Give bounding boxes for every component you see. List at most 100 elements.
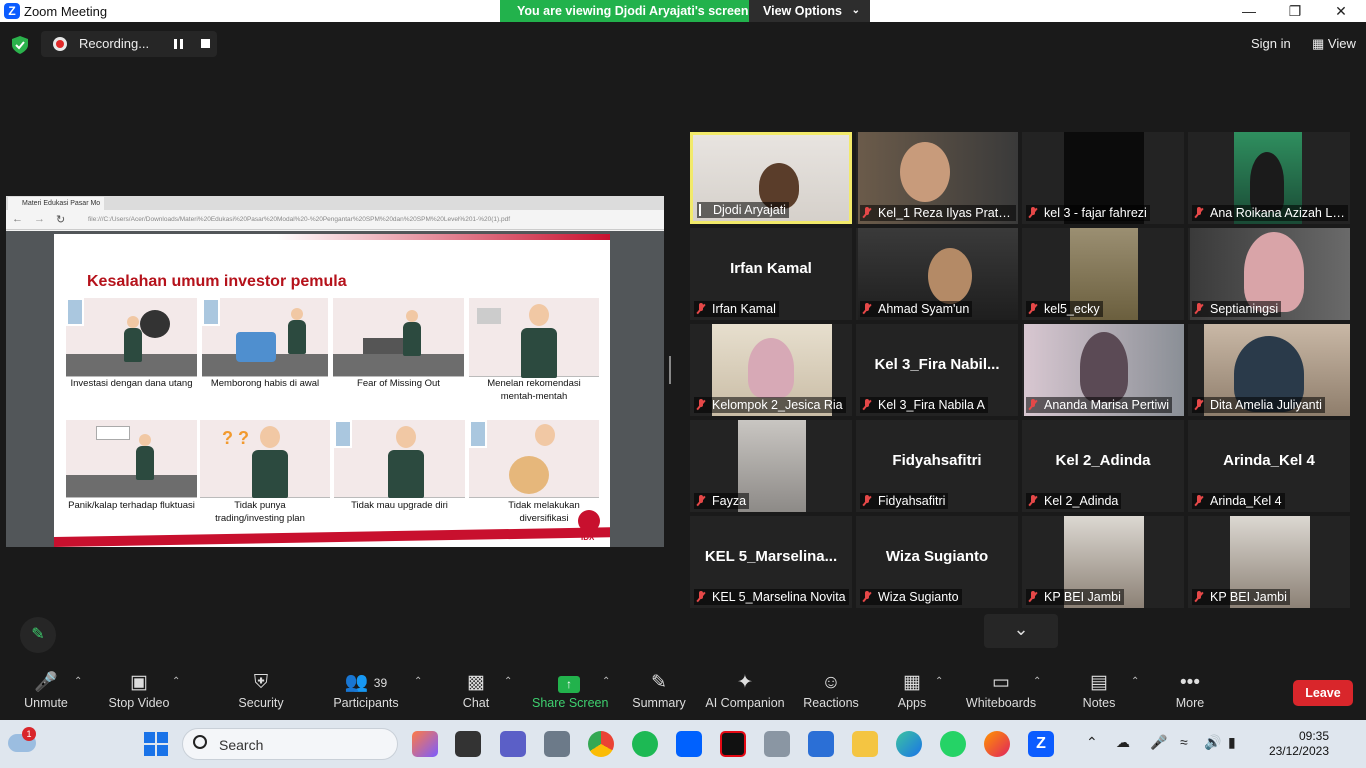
participant-tile[interactable]: Irfan Kamal Irfan Kamal — [690, 228, 852, 320]
settings-icon[interactable] — [544, 731, 570, 757]
pause-recording-button[interactable] — [174, 39, 183, 49]
taskbar-search[interactable]: Search — [182, 728, 398, 760]
audio-options-caret-icon[interactable]: ⌃ — [74, 676, 82, 687]
whatsapp-icon[interactable] — [940, 731, 966, 757]
participant-name-text: kel5_ecky — [1044, 302, 1100, 316]
chat-caret-icon[interactable]: ⌃ — [504, 676, 512, 687]
speaker-icon[interactable]: 🔊 — [1204, 734, 1221, 751]
unmute-button[interactable]: 🎤 Unmute — [14, 662, 78, 720]
view-label: View — [1327, 36, 1356, 51]
person-graphic — [928, 248, 972, 304]
camera-icon[interactable] — [764, 731, 790, 757]
chrome-icon[interactable] — [588, 731, 614, 757]
view-options-button[interactable]: View Options ⌄ — [749, 0, 870, 22]
spotify-icon[interactable] — [632, 731, 658, 757]
participant-tile[interactable]: Fayza — [690, 420, 852, 512]
apps-button[interactable]: ▦ Apps — [890, 662, 934, 720]
sign-in-link[interactable]: Sign in — [1251, 36, 1291, 51]
tray-overflow-icon[interactable]: ⌃ — [1086, 734, 1098, 751]
panel-splitter-handle[interactable] — [669, 356, 671, 384]
participant-name-text: Kel_1 Reza Ilyas Pratama — [878, 206, 1016, 220]
windows-start-icon[interactable] — [144, 732, 168, 756]
participant-tile[interactable]: Djodi Aryajati — [690, 132, 852, 224]
participant-name: Dita Amelia Juliyanti — [1192, 397, 1325, 413]
annotate-pencil-button[interactable]: ✎ — [20, 617, 56, 653]
close-icon[interactable]: ✕ — [1318, 0, 1364, 22]
participant-display-name: Arinda_Kel 4 — [1223, 452, 1315, 469]
wifi-icon[interactable]: ≈ — [1180, 734, 1188, 750]
unmute-label: Unmute — [24, 696, 68, 710]
participant-tile[interactable]: Kel 2_Adinda Kel 2_Adinda — [1022, 420, 1184, 512]
video-options-caret-icon[interactable]: ⌃ — [172, 676, 180, 687]
onedrive-cloud-icon[interactable]: ☁ — [1116, 734, 1130, 751]
participant-name: Irfan Kamal — [694, 301, 779, 317]
search-placeholder: Search — [219, 737, 264, 753]
reactions-button[interactable]: ☺ Reactions — [802, 662, 860, 720]
firefox-icon[interactable] — [984, 731, 1010, 757]
share-caret-icon[interactable]: ⌃ — [602, 676, 610, 687]
participants-caret-icon[interactable]: ⌃ — [414, 676, 422, 687]
participant-name: Fayza — [694, 493, 750, 509]
security-button[interactable]: ⛨ Security — [232, 662, 290, 720]
zoom-app-icon[interactable]: Z — [1028, 731, 1054, 757]
participant-tile[interactable]: Arinda_Kel 4 Arinda_Kel 4 — [1188, 420, 1350, 512]
view-button[interactable]: ▦ View — [1312, 36, 1356, 52]
copilot-icon[interactable] — [412, 731, 438, 757]
participant-tile[interactable]: Fidyahsafitri Fidyahsafitri — [856, 420, 1018, 512]
dropbox-icon[interactable] — [676, 731, 702, 757]
task-view-icon[interactable] — [455, 731, 481, 757]
question-marks-graphic: ? ? — [222, 428, 249, 448]
netflix-icon[interactable] — [720, 731, 746, 757]
browser-tab[interactable]: Materi Edukasi Pasar Mo — [8, 197, 104, 210]
person-graphic — [1080, 332, 1128, 402]
muted-mic-icon — [696, 303, 706, 315]
participant-tile[interactable]: Septianingsi — [1188, 228, 1350, 320]
person-graphic — [124, 328, 142, 362]
chat-button[interactable]: ▩ Chat — [452, 662, 500, 720]
gallery-expand-button[interactable]: ⌄ — [984, 614, 1058, 648]
more-label: More — [1175, 696, 1205, 710]
participant-tile[interactable]: Kelompok 2_Jesica Ria — [690, 324, 852, 416]
participant-tile[interactable]: kel 3 - fajar fahrezi — [1022, 132, 1184, 224]
participant-name-text: Kel 2_Adinda — [1044, 494, 1119, 508]
participant-tile[interactable]: KP BEI Jambi — [1022, 516, 1184, 608]
participants-button[interactable]: 👥 39 Participants — [332, 662, 400, 720]
notes-button[interactable]: ▤ Notes — [1078, 662, 1120, 720]
participant-tile[interactable]: Ananda Marisa Pertiwi — [1022, 324, 1184, 416]
participant-name-text: Djodi Aryajati — [713, 203, 786, 217]
microphone-icon[interactable]: 🎤 — [1150, 734, 1167, 751]
restore-icon[interactable]: ❐ — [1272, 0, 1318, 22]
battery-icon[interactable]: ▮ — [1228, 734, 1236, 751]
participant-tile[interactable]: kel5_ecky — [1022, 228, 1184, 320]
window-graphic — [469, 420, 487, 448]
store-icon[interactable] — [808, 731, 834, 757]
leave-button[interactable]: Leave — [1293, 680, 1353, 706]
encryption-shield-icon[interactable] — [12, 36, 28, 54]
participant-tile[interactable]: Ahmad Syam'un — [856, 228, 1018, 320]
participant-tile[interactable]: Wiza Sugianto Wiza Sugianto — [856, 516, 1018, 608]
stop-recording-button[interactable] — [201, 39, 210, 48]
share-screen-button[interactable]: ↑ Share Screen — [532, 662, 608, 720]
participant-tile[interactable]: Dita Amelia Juliyanti — [1188, 324, 1350, 416]
stop-video-button[interactable]: ▣ Stop Video — [104, 662, 174, 720]
whiteboards-caret-icon[interactable]: ⌃ — [1033, 676, 1041, 687]
file-explorer-icon[interactable] — [852, 731, 878, 757]
participant-tile[interactable]: Kel_1 Reza Ilyas Pratama — [856, 132, 1018, 224]
head-graphic — [260, 426, 280, 448]
muted-mic-icon — [862, 303, 872, 315]
participant-tile[interactable]: KEL 5_Marselina... KEL 5_Marselina Novit… — [690, 516, 852, 608]
participant-tile[interactable]: Ana Roikana Azizah Lubis — [1188, 132, 1350, 224]
apps-caret-icon[interactable]: ⌃ — [935, 676, 943, 687]
participant-tile[interactable]: KP BEI Jambi — [1188, 516, 1350, 608]
whiteboards-button[interactable]: ▭ Whiteboards — [964, 662, 1038, 720]
edge-icon[interactable] — [896, 731, 922, 757]
system-clock[interactable]: 09:35 23/12/2023 — [1261, 729, 1329, 759]
teams-icon[interactable] — [500, 731, 526, 757]
participant-name: KP BEI Jambi — [1026, 589, 1124, 605]
participant-tile[interactable]: Kel 3_Fira Nabil... Kel 3_Fira Nabila A — [856, 324, 1018, 416]
notes-caret-icon[interactable]: ⌃ — [1131, 676, 1139, 687]
more-button[interactable]: ••• More — [1170, 662, 1210, 720]
minimize-icon[interactable]: — — [1226, 0, 1272, 22]
ai-companion-button[interactable]: ✦ AI Companion — [704, 662, 786, 720]
summary-button[interactable]: ✎ Summary — [630, 662, 688, 720]
